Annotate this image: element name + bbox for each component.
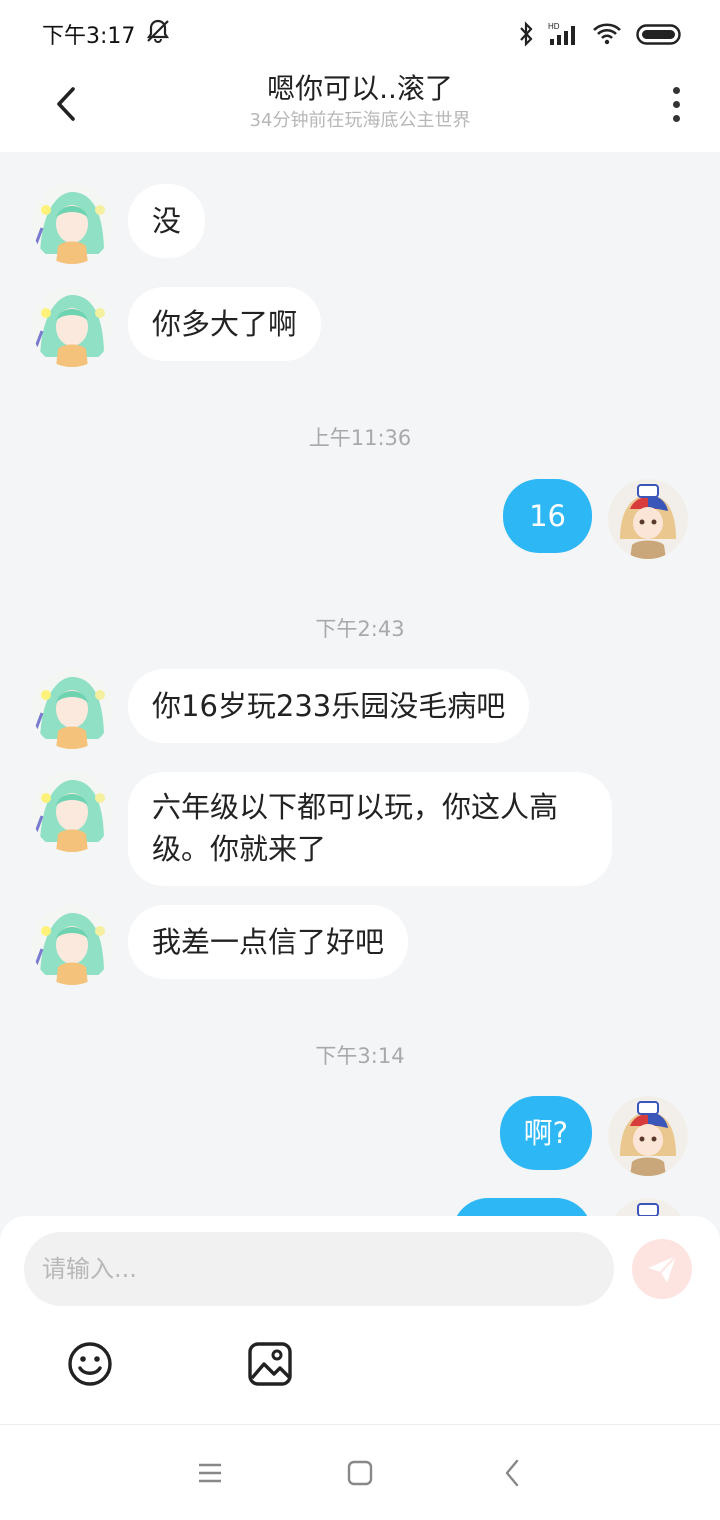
contact-avatar[interactable] bbox=[32, 772, 112, 852]
system-nav-bar bbox=[0, 1424, 720, 1520]
status-bar: 下午3:17 HD bbox=[0, 0, 720, 68]
my-avatar[interactable] bbox=[608, 479, 688, 559]
chat-area[interactable]: 没 你多大了啊 上午11:36 16 下午2:43 你16岁玩233乐园没毛病吧… bbox=[0, 152, 720, 1216]
my-avatar[interactable] bbox=[608, 1096, 688, 1176]
message-bubble[interactable]: 我差一点信了好吧 bbox=[128, 905, 409, 979]
emoji-icon bbox=[68, 1342, 112, 1386]
message-bubble[interactable]: 六年级以下都可以玩，你这人高级。你就来了 bbox=[128, 772, 612, 886]
chat-header: 嗯你可以..滚了 34分钟前在玩海底公主世界 bbox=[0, 68, 720, 152]
wifi-icon bbox=[592, 21, 622, 47]
message-bubble-out[interactable] bbox=[452, 1198, 592, 1216]
message-row-in: 我差一点信了好吧 bbox=[32, 905, 409, 985]
timestamp: 下午2:43 bbox=[315, 617, 405, 641]
message-bubble[interactable]: 你16岁玩233乐园没毛病吧 bbox=[128, 669, 530, 743]
contact-avatar[interactable] bbox=[32, 905, 112, 985]
nav-home-button[interactable] bbox=[340, 1455, 380, 1491]
battery-icon bbox=[636, 21, 684, 47]
nav-menu-button[interactable] bbox=[190, 1455, 230, 1491]
send-button[interactable] bbox=[632, 1239, 692, 1299]
bluetooth-icon bbox=[518, 21, 534, 47]
chat-subtitle: 34分钟前在玩海底公主世界 bbox=[249, 110, 471, 131]
contact-avatar[interactable] bbox=[32, 184, 112, 264]
contact-avatar[interactable] bbox=[32, 287, 112, 367]
timestamp: 上午11:36 bbox=[308, 426, 412, 450]
more-button[interactable] bbox=[666, 82, 686, 126]
my-avatar[interactable] bbox=[608, 1198, 688, 1216]
menu-icon bbox=[199, 1463, 221, 1483]
message-bubble-out[interactable]: 16 bbox=[503, 479, 592, 553]
message-row-in: 你16岁玩233乐园没毛病吧 bbox=[32, 669, 530, 749]
signal-icon: HD bbox=[548, 21, 578, 47]
image-icon bbox=[248, 1342, 292, 1386]
svg-text:HD: HD bbox=[548, 22, 560, 31]
send-icon bbox=[648, 1255, 677, 1283]
back-icon bbox=[505, 1459, 519, 1487]
emoji-button[interactable] bbox=[66, 1340, 114, 1388]
message-row-out: 啊? bbox=[499, 1096, 688, 1176]
message-bubble-out[interactable]: 啊? bbox=[499, 1096, 592, 1170]
chat-title: 嗯你可以..滚了 bbox=[267, 72, 453, 105]
status-time: 下午3:17 bbox=[42, 24, 136, 49]
notifications-off-icon bbox=[145, 18, 171, 50]
contact-avatar[interactable] bbox=[32, 669, 112, 749]
image-button[interactable] bbox=[246, 1340, 294, 1388]
more-vertical-icon bbox=[672, 86, 680, 94]
message-row-in: 六年级以下都可以玩，你这人高级。你就来了 bbox=[32, 772, 612, 886]
status-left: 下午3:17 bbox=[42, 18, 171, 50]
message-bubble[interactable]: 没 bbox=[128, 184, 206, 258]
home-icon bbox=[347, 1460, 373, 1486]
message-row-out bbox=[452, 1198, 688, 1216]
message-row-in: 没 bbox=[32, 184, 206, 264]
timestamp: 下午3:14 bbox=[315, 1044, 405, 1068]
status-right: HD bbox=[518, 21, 684, 47]
nav-back-button[interactable] bbox=[492, 1455, 532, 1491]
message-input[interactable] bbox=[24, 1232, 614, 1306]
message-row-in: 你多大了啊 bbox=[32, 287, 322, 367]
composer-panel bbox=[0, 1216, 720, 1424]
title-wrap: 嗯你可以..滚了 34分钟前在玩海底公主世界 bbox=[0, 70, 720, 134]
message-row-out: 16 bbox=[503, 479, 688, 559]
message-bubble[interactable]: 你多大了啊 bbox=[128, 287, 322, 361]
